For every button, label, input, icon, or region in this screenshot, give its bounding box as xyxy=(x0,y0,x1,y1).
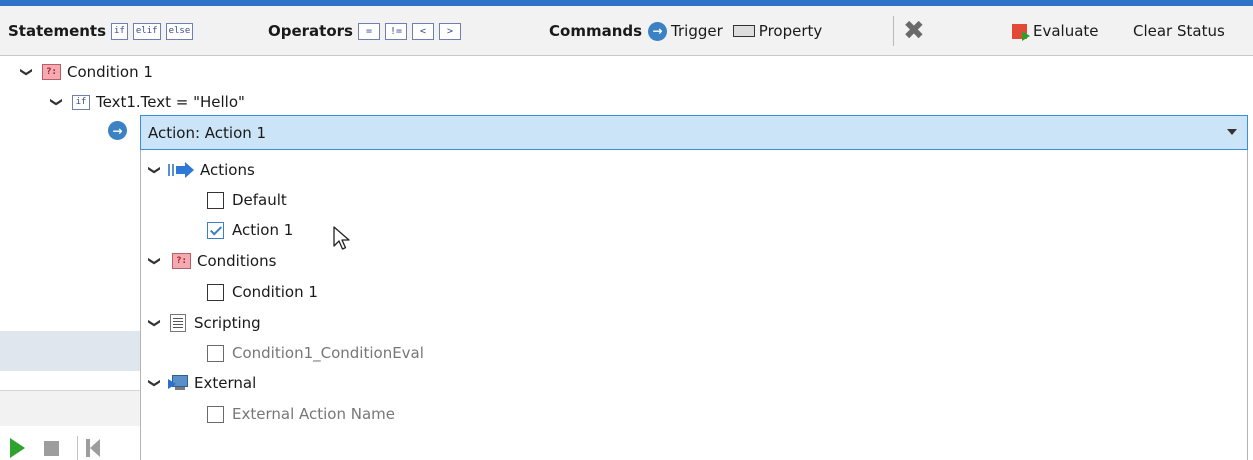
toolbar: Statements if elif else Operators = != <… xyxy=(0,6,1253,56)
external-icon xyxy=(168,374,190,392)
checkbox-disabled xyxy=(207,344,224,362)
greater-than-operator-button[interactable]: > xyxy=(438,22,461,40)
evaluate-label: Evaluate xyxy=(1033,22,1099,40)
evaluate-icon xyxy=(1012,23,1030,41)
not-equals-operator-button[interactable]: != xyxy=(384,22,407,40)
toolbar-separator xyxy=(77,436,78,460)
list-item-external-action: External Action Name xyxy=(207,400,395,428)
checkbox-checked[interactable] xyxy=(207,221,224,239)
group-label: External xyxy=(194,374,257,392)
elif-button[interactable]: elif xyxy=(132,22,161,40)
delete-button[interactable]: ✖ xyxy=(903,6,925,56)
dropdown-arrow-icon[interactable] xyxy=(1227,129,1237,135)
group-label: Actions xyxy=(200,161,255,179)
group-label: Conditions xyxy=(197,252,277,270)
chevron-down-icon[interactable]: ❯ xyxy=(148,163,162,177)
statements-label: Statements xyxy=(8,22,107,40)
chevron-down-icon[interactable]: ❯ xyxy=(148,376,162,390)
operators-group: Operators = != < > xyxy=(268,6,461,56)
equals-operator-button[interactable]: = xyxy=(357,22,380,40)
if-expression: Text1.Text = "Hello" xyxy=(96,93,245,111)
play-icon[interactable] xyxy=(10,438,25,458)
item-label: Action 1 xyxy=(232,221,294,239)
background-panel xyxy=(0,390,140,426)
property-icon xyxy=(732,25,755,37)
script-icon xyxy=(170,314,186,332)
item-label: Default xyxy=(232,191,287,209)
group-label: Scripting xyxy=(194,314,261,332)
list-item-action-1[interactable]: Action 1 xyxy=(207,216,293,244)
background-panel-header xyxy=(0,331,140,371)
chevron-down-icon[interactable]: ❯ xyxy=(50,95,64,109)
clear-status-button[interactable]: Clear Status xyxy=(1133,6,1225,56)
chevron-down-icon[interactable]: ❯ xyxy=(148,254,162,268)
action-arrow-icon: → xyxy=(108,121,127,140)
action-dropdown-list: ❯ Actions Default Action 1 ❯ ?: Conditio… xyxy=(140,150,1248,460)
condition-label: Condition 1 xyxy=(67,63,153,81)
condition-icon: ?: xyxy=(172,253,191,269)
trigger-button[interactable]: → Trigger xyxy=(648,21,723,41)
mouse-cursor-icon xyxy=(333,226,350,250)
else-button[interactable]: else xyxy=(165,22,194,40)
action-combobox-value: Action: Action 1 xyxy=(148,123,267,142)
actions-arrow-icon xyxy=(168,162,194,178)
if-statement-icon: if xyxy=(72,94,90,110)
tree-node-if-statement[interactable]: ❯ if Text1.Text = "Hello" xyxy=(50,89,245,115)
condition-icon: ?: xyxy=(42,64,61,80)
skip-back-icon[interactable] xyxy=(86,439,104,457)
tree-node-condition[interactable]: ❯ ?: Condition 1 xyxy=(20,59,153,85)
item-label: Condition1_ConditionEval xyxy=(232,344,424,362)
item-label: External Action Name xyxy=(232,405,396,423)
checkbox[interactable] xyxy=(207,191,224,209)
group-scripting[interactable]: ❯ Scripting xyxy=(148,309,261,337)
commands-label: Commands xyxy=(549,22,643,40)
checkbox-disabled xyxy=(207,405,224,423)
property-label: Property xyxy=(758,22,823,40)
list-item-default[interactable]: Default xyxy=(207,186,287,214)
clear-status-label: Clear Status xyxy=(1133,22,1225,40)
list-item-condition-1[interactable]: Condition 1 xyxy=(207,278,318,306)
less-than-operator-button[interactable]: < xyxy=(411,22,434,40)
chevron-down-icon[interactable]: ❯ xyxy=(148,316,162,330)
toolbar-separator xyxy=(893,16,894,46)
commands-group: Commands → Trigger Property xyxy=(549,6,822,56)
group-actions[interactable]: ❯ Actions xyxy=(148,156,255,184)
if-button[interactable]: if xyxy=(111,22,128,40)
action-combobox[interactable]: Action: Action 1 xyxy=(140,115,1248,150)
group-external[interactable]: ❯ External xyxy=(148,369,256,397)
checkbox[interactable] xyxy=(207,283,224,301)
chevron-down-icon[interactable]: ❯ xyxy=(20,65,34,79)
evaluate-button[interactable]: Evaluate xyxy=(1012,6,1099,56)
statements-group: Statements if elif else xyxy=(8,6,194,56)
operators-label: Operators xyxy=(268,22,353,40)
trigger-arrow-icon: → xyxy=(648,21,668,41)
group-conditions[interactable]: ❯ ?: Conditions xyxy=(148,247,276,275)
list-item-condition-eval: Condition1_ConditionEval xyxy=(207,339,424,367)
stop-icon[interactable] xyxy=(44,441,59,456)
delete-x-icon: ✖ xyxy=(903,16,925,46)
property-button[interactable]: Property xyxy=(732,22,823,40)
trigger-label: Trigger xyxy=(671,22,723,40)
item-label: Condition 1 xyxy=(232,283,318,301)
